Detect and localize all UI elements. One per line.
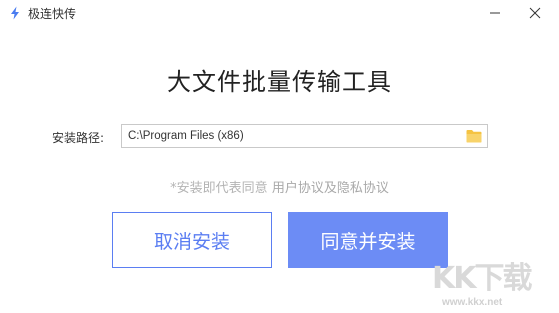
minimize-icon	[490, 12, 500, 14]
close-icon	[529, 7, 541, 19]
minimize-button[interactable]	[478, 0, 512, 26]
agreement-notice: *安装即代表同意 用户协议及隐私协议	[0, 177, 559, 196]
folder-icon[interactable]	[466, 129, 482, 143]
install-path-input[interactable]	[122, 125, 468, 147]
watermark-url: www.kkx.net	[442, 297, 503, 308]
install-path-field[interactable]	[121, 124, 488, 148]
install-path-label: 安装路径:	[52, 131, 105, 145]
watermark: KK下载 www.kkx.net	[432, 255, 559, 313]
page-title: 大文件批量传输工具	[167, 68, 392, 96]
agree-install-button[interactable]: 同意并安装	[288, 212, 448, 268]
watermark-logo: KK下载	[432, 261, 533, 296]
agreement-link[interactable]: 用户协议及隐私协议	[272, 181, 389, 196]
agreement-prefix: *安装即代表同意	[170, 181, 268, 196]
cancel-install-button[interactable]: 取消安装	[112, 212, 272, 268]
close-button[interactable]	[518, 0, 552, 26]
title-bar: 极连快传	[0, 0, 559, 28]
lightning-icon	[11, 6, 19, 20]
app-title: 极连快传	[28, 7, 77, 21]
installer-window: 极连快传 大文件批量传输工具 安装路径: *安装即代表同意 用户协议及隐私协议 …	[0, 0, 559, 313]
